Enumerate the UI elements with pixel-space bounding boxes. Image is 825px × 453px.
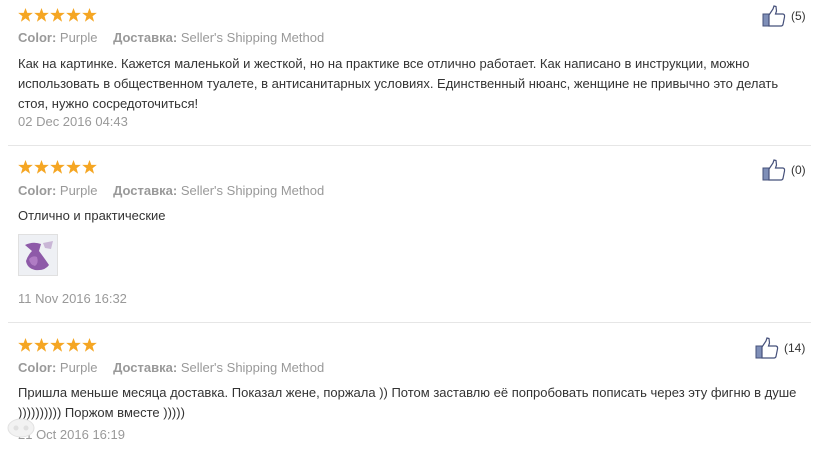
star-icon	[66, 8, 81, 22]
review-text: Пришла меньше месяца доставка. Показал ж…	[18, 385, 797, 420]
star-icon	[50, 160, 65, 174]
shipping-label: Доставка:	[113, 30, 178, 45]
helpful-button[interactable]: (0)	[762, 159, 806, 181]
review-text: Отлично и практические	[18, 208, 166, 223]
color-label: Color:	[18, 30, 57, 45]
star-icon	[66, 160, 81, 174]
thumbs-up-icon	[762, 159, 786, 181]
review-meta: Color: Purple Доставка: Seller's Shippin…	[18, 183, 324, 198]
shipping-label: Доставка:	[113, 360, 178, 375]
watermark-icon	[7, 418, 35, 438]
product-photo-image	[19, 235, 57, 275]
shipping-value: Seller's Shipping Method	[180, 183, 325, 198]
review-meta: Color: Purple Доставка: Seller's Shippin…	[18, 30, 324, 45]
star-icon	[50, 8, 65, 22]
star-rating	[18, 160, 97, 174]
helpful-button[interactable]: (5)	[762, 5, 806, 27]
shipping-value: Seller's Shipping Method	[180, 30, 325, 45]
star-icon	[82, 338, 97, 352]
thumbs-up-icon	[762, 5, 786, 27]
divider	[8, 322, 811, 323]
star-icon	[18, 338, 33, 352]
star-icon	[34, 8, 49, 22]
review-date: 02 Dec 2016 04:43	[18, 114, 128, 129]
shipping-label: Доставка:	[113, 183, 178, 198]
helpful-count: (0)	[791, 163, 806, 177]
star-icon	[34, 160, 49, 174]
color-label: Color:	[18, 183, 57, 198]
star-icon	[82, 160, 97, 174]
review-text: Как на картинке. Кажется маленькой и жес…	[18, 56, 779, 111]
divider	[8, 145, 811, 146]
star-icon	[82, 8, 97, 22]
helpful-button[interactable]: (14)	[755, 337, 805, 359]
helpful-count: (5)	[791, 9, 806, 23]
star-icon	[66, 338, 81, 352]
review-meta: Color: Purple Доставка: Seller's Shippin…	[18, 360, 324, 375]
color-label: Color:	[18, 360, 57, 375]
star-icon	[34, 338, 49, 352]
thumbs-up-icon	[755, 337, 779, 359]
color-value: Purple	[59, 183, 98, 198]
star-rating	[18, 338, 97, 352]
color-value: Purple	[59, 30, 98, 45]
star-icon	[50, 338, 65, 352]
star-icon	[18, 8, 33, 22]
review-date: 11 Nov 2016 16:32	[18, 291, 127, 306]
color-value: Purple	[59, 360, 98, 375]
helpful-count: (14)	[784, 341, 806, 355]
review-photo[interactable]	[18, 234, 58, 276]
star-rating	[18, 8, 97, 22]
star-icon	[18, 160, 33, 174]
shipping-value: Seller's Shipping Method	[180, 360, 325, 375]
